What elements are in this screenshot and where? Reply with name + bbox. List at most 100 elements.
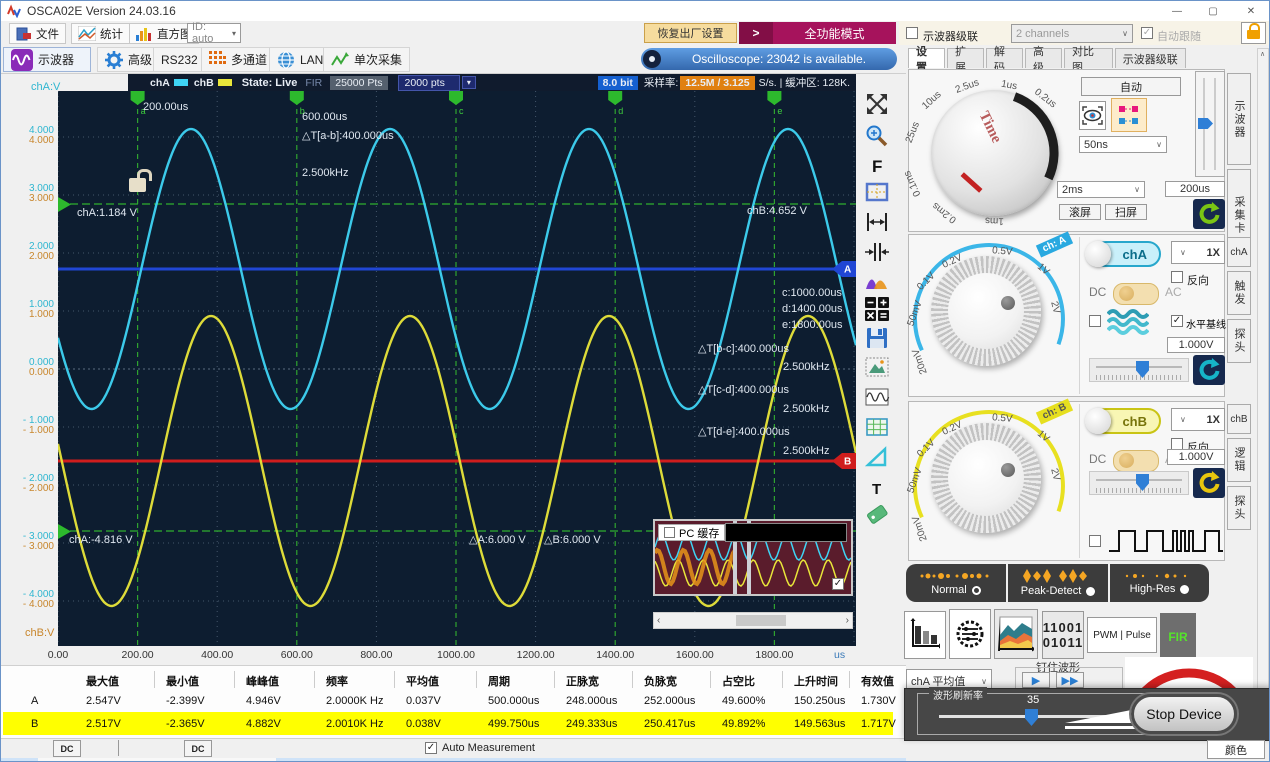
side-tab-trigger[interactable]: 触发	[1227, 271, 1251, 315]
auto-measurement-checkbox[interactable]: ✓	[425, 742, 437, 754]
vertical-scrollbar[interactable]: ∧ ∨	[1257, 48, 1269, 696]
display-mode-button[interactable]	[1111, 98, 1147, 132]
chA-coupling-toggle[interactable]	[1113, 283, 1159, 305]
chA-probe-select[interactable]: ∨1X	[1171, 241, 1225, 264]
chB-toggle-knob[interactable]	[1085, 408, 1111, 434]
pin-next-button[interactable]: ▶▶	[1056, 672, 1084, 688]
math-icon[interactable]	[861, 294, 893, 324]
toolbar-single-capture-button[interactable]: 单次采集	[323, 47, 410, 72]
chA-invert-checkbox[interactable]	[1171, 271, 1183, 283]
points-select[interactable]: 2000 pts	[398, 75, 460, 91]
mode-high-res-button[interactable]: High-Res	[1110, 564, 1209, 602]
panel-tab-4[interactable]: 高级	[1025, 48, 1062, 68]
tag-icon[interactable]	[861, 499, 893, 529]
statistics-menu-button[interactable]: 统计	[71, 23, 130, 44]
chB-volts-knob-face[interactable]	[948, 440, 1024, 516]
minimize-icon[interactable]: —	[1159, 1, 1195, 21]
full-function-mode-button[interactable]: > 全功能模式	[739, 22, 896, 44]
toolbar-advanced-button[interactable]: 高级	[97, 47, 160, 72]
save-icon[interactable]	[861, 323, 893, 353]
digital-decode-button[interactable]: 1100101011	[1042, 611, 1084, 659]
scroll-right-icon[interactable]: ›	[846, 615, 849, 626]
chA-wave-fill-checkbox[interactable]	[1089, 315, 1101, 327]
toolbar-oscilloscope-button[interactable]: 示波器	[3, 47, 91, 72]
scroll-up-icon[interactable]: ∧	[1260, 50, 1265, 58]
spectrum-tool-button[interactable]	[994, 609, 1038, 659]
stop-device-button[interactable]: Stop Device	[1131, 694, 1237, 734]
cursor-flag[interactable]	[608, 91, 622, 105]
unlock-icon[interactable]	[129, 169, 149, 195]
chA-toggle-knob[interactable]	[1085, 241, 1111, 267]
horizontal-cursor-icon[interactable]	[861, 207, 893, 237]
grid-frame-icon[interactable]	[861, 177, 893, 207]
vertical-cursor-icon[interactable]	[861, 237, 893, 267]
cursor-flag[interactable]	[449, 91, 463, 105]
chB-coupling-button[interactable]: DC	[184, 740, 212, 757]
pc-cache-checkbox[interactable]	[664, 527, 675, 538]
channels-select[interactable]: 2 channels∨	[1011, 24, 1133, 43]
table-icon[interactable]	[861, 412, 893, 442]
distribution-icon[interactable]	[861, 265, 893, 295]
fullscreen-icon[interactable]	[861, 89, 893, 119]
scope-cascade-checkbox[interactable]	[906, 27, 918, 39]
close-icon[interactable]: ✕	[1231, 1, 1270, 21]
chA-baseline-checkbox[interactable]: ✓	[1171, 315, 1183, 327]
pwm-pulse-button[interactable]: PWM | Pulse	[1087, 617, 1157, 653]
trigger-marker-icon[interactable]	[58, 197, 71, 212]
waveform-window-icon[interactable]	[861, 382, 893, 412]
mode-normal-button[interactable]: Normal	[906, 564, 1006, 602]
chA-volts-knob-face[interactable]	[948, 273, 1024, 349]
pin-prev-button[interactable]: ▶	[1022, 672, 1050, 688]
device-id-select[interactable]: ID: auto▾	[187, 23, 241, 43]
toolbar-rs232-button[interactable]: RS232	[153, 47, 206, 72]
chB-position-slider[interactable]	[1089, 471, 1189, 495]
histogram-tool-button[interactable]	[904, 611, 946, 659]
chevron-down-icon[interactable]: ▾	[462, 76, 476, 89]
trigger-sensitivity-select[interactable]: 50ns∨	[1079, 136, 1167, 153]
auto-follow-checkbox[interactable]: ✓	[1141, 27, 1153, 39]
horizontal-scrollbar[interactable]: ‹ ›	[653, 612, 853, 629]
maximize-icon[interactable]: ▢	[1195, 1, 1231, 21]
screenshot-icon[interactable]	[861, 352, 893, 382]
timebase-select[interactable]: 2ms∨	[1057, 181, 1145, 198]
zoom-in-icon[interactable]	[861, 121, 893, 151]
chB-coupling-toggle[interactable]	[1113, 450, 1159, 472]
panel-tab-6[interactable]: 示波器级联	[1115, 48, 1187, 68]
preview-corner-checkbox[interactable]: ✓	[832, 578, 844, 590]
scrollbar-thumb[interactable]	[736, 615, 786, 626]
cursor-flag[interactable]	[290, 91, 304, 105]
auto-setup-button[interactable]: 自动	[1081, 77, 1181, 96]
roll-mode-button[interactable]: 滚屏	[1059, 204, 1101, 220]
settings-tool-button[interactable]	[949, 609, 991, 659]
buffer-preview-panel[interactable]: PC 缓存 ✓	[653, 519, 853, 596]
panel-tab-1[interactable]: 设置	[908, 48, 945, 68]
horizontal-position-slider[interactable]	[1195, 71, 1225, 177]
factory-reset-button[interactable]: 恢复出厂设置	[644, 23, 737, 43]
slider-thumb[interactable]	[1198, 118, 1213, 129]
side-tab-logic[interactable]: 逻辑	[1227, 438, 1251, 482]
timebase-reset-button[interactable]	[1193, 199, 1225, 229]
toolbar-lan-button[interactable]: LAN	[269, 47, 331, 72]
chB-pulse-checkbox[interactable]	[1089, 535, 1101, 547]
side-tab-chB[interactable]: chB	[1227, 404, 1251, 434]
side-tab-probe-b[interactable]: 探头	[1227, 486, 1251, 530]
lock-button[interactable]	[1241, 22, 1266, 44]
chA-coupling-button[interactable]: DC	[53, 740, 81, 757]
sweep-mode-button[interactable]: 扫屏	[1105, 204, 1147, 220]
chA-reset-button[interactable]	[1193, 355, 1225, 385]
ruler-icon[interactable]	[861, 442, 893, 472]
chA-position-slider[interactable]	[1089, 358, 1189, 382]
panel-tab-2[interactable]: 扩展	[947, 48, 984, 68]
cursor-flag[interactable]	[767, 91, 781, 105]
chB-reset-button[interactable]	[1193, 468, 1225, 498]
panel-tab-5[interactable]: 对比图	[1064, 48, 1113, 68]
scroll-left-icon[interactable]: ‹	[657, 615, 660, 626]
side-tab-oscilloscope[interactable]: 示波器	[1227, 73, 1251, 165]
eye-view-button[interactable]	[1079, 101, 1106, 130]
file-menu-button[interactable]: 文件	[9, 23, 66, 44]
panel-tab-3[interactable]: 解码	[986, 48, 1023, 68]
side-tab-chA[interactable]: chA	[1227, 237, 1251, 267]
toolbar-multichannel-button[interactable]: 多通道	[201, 47, 275, 72]
chB-probe-select[interactable]: ∨1X	[1171, 408, 1225, 431]
color-settings-button[interactable]: 颜色	[1207, 740, 1265, 759]
